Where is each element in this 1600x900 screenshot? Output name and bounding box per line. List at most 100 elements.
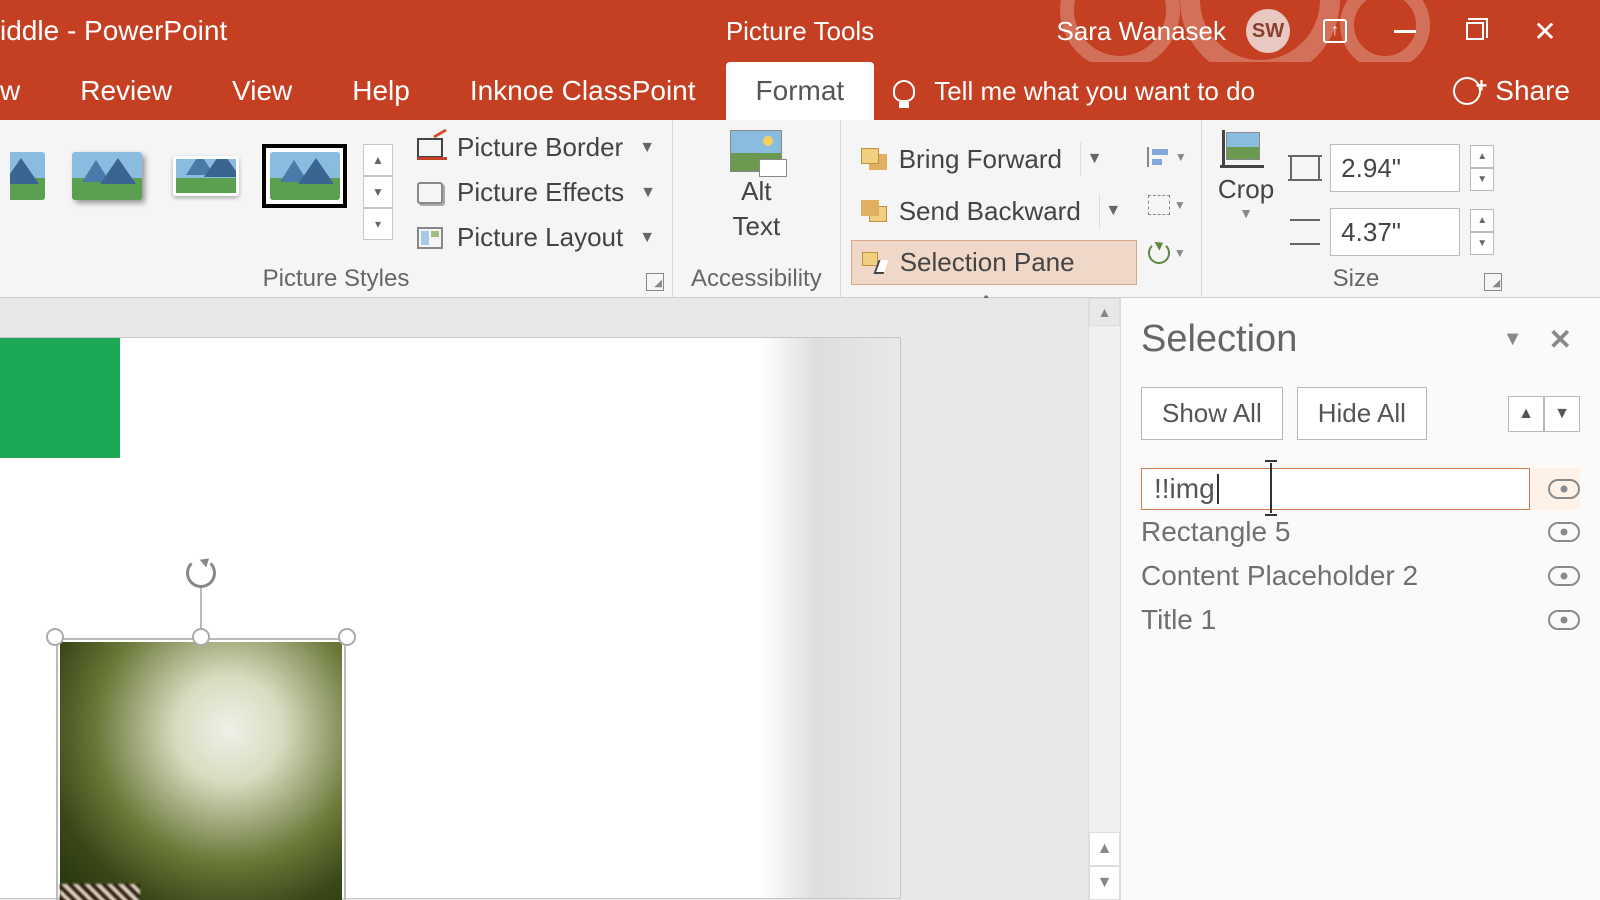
gallery-more-icon[interactable]: ▾ [363,208,393,240]
show-all-button[interactable]: Show All [1141,387,1283,440]
rename-input[interactable]: !!img [1141,468,1530,510]
chevron-down-icon[interactable]: ▼ [1099,194,1127,228]
chevron-down-icon: ▼ [1174,246,1186,260]
width-spinner[interactable]: ▲▼ [1470,209,1494,255]
ibeam-cursor-icon [1270,463,1272,513]
tab-partial[interactable]: w [0,62,50,120]
gallery-up-icon[interactable]: ▲ [363,144,393,176]
selection-pane-title: Selection [1141,318,1297,361]
chevron-down-icon[interactable]: ▼ [1080,142,1108,176]
selection-pane-button[interactable]: Selection Pane [851,240,1137,285]
share-button[interactable]: Share [1423,62,1600,120]
width-field-row: ▲▼ [1290,208,1494,256]
bring-forward-icon [861,148,887,170]
send-backward-button[interactable]: Send Backward ▼ [851,188,1137,234]
align-button[interactable]: ▼ [1143,136,1191,178]
tell-me-search[interactable]: Tell me what you want to do [934,62,1423,120]
width-icon [1290,219,1320,245]
send-backward-reorder-button[interactable]: ▼ [1544,396,1580,432]
selection-item[interactable]: Title 1 [1141,598,1580,642]
rotation-handle[interactable] [186,558,216,588]
group-size: Crop ▼ ▲▼ ▲▼ Size ◢ [1202,120,1510,297]
style-thumb-2[interactable] [64,144,149,208]
group-label-picture-styles: Picture Styles [10,259,662,297]
width-input[interactable] [1330,208,1460,256]
close-button[interactable]: ✕ [1520,11,1570,51]
dialog-launcher-size[interactable]: ◢ [1484,273,1502,291]
send-backward-icon [861,200,887,222]
height-field-row: ▲▼ [1290,144,1494,192]
tab-view[interactable]: View [202,62,322,120]
visibility-toggle[interactable] [1548,610,1580,630]
alt-text-button[interactable]: Alt Text [730,130,782,259]
pane-close-button[interactable]: ✕ [1541,323,1580,356]
selection-item-editing[interactable]: !!img [1141,468,1580,510]
visibility-toggle[interactable] [1548,522,1580,542]
spinner-down-icon[interactable]: ▼ [1470,232,1494,255]
picture-effects-icon [415,180,445,206]
scroll-track[interactable] [1089,326,1120,832]
restore-button[interactable] [1450,11,1500,51]
tab-format[interactable]: Format [726,62,875,120]
share-icon [1453,77,1481,105]
height-spinner[interactable]: ▲▼ [1470,145,1494,191]
text-caret [1217,474,1219,504]
rotate-icon [1148,242,1170,264]
spinner-up-icon[interactable]: ▲ [1470,145,1494,168]
user-name: Sara Wanasek [1056,16,1226,47]
height-input[interactable] [1330,144,1460,192]
style-thumb-4-selected[interactable] [262,144,347,208]
gallery-scroll[interactable]: ▲ ▼ ▾ [363,144,393,259]
selection-item-label: Title 1 [1141,604,1216,636]
selection-item[interactable]: Rectangle 5 [1141,510,1580,554]
tab-review[interactable]: Review [50,62,202,120]
resize-handle-tr[interactable] [338,628,356,646]
bring-forward-button[interactable]: Bring Forward ▼ [851,136,1137,182]
spinner-up-icon[interactable]: ▲ [1470,209,1494,232]
resize-handle-tl[interactable] [46,628,64,646]
selection-item[interactable]: Content Placeholder 2 [1141,554,1580,598]
chevron-down-icon: ▼ [639,229,655,247]
gallery-down-icon[interactable]: ▼ [363,176,393,208]
minimize-button[interactable] [1380,11,1430,51]
slide[interactable] [0,338,900,898]
dialog-launcher-styles[interactable]: ◢ [646,273,664,291]
slide-canvas[interactable] [0,298,1088,900]
picture-styles-gallery[interactable] [10,126,355,259]
close-icon: ✕ [1533,15,1556,48]
align-icon [1147,147,1171,167]
selected-picture[interactable] [56,638,346,900]
resize-handle-tm[interactable] [192,628,210,646]
user-avatar[interactable]: SW [1246,9,1290,53]
visibility-toggle[interactable] [1548,566,1580,586]
bring-forward-label: Bring Forward [899,144,1062,175]
visibility-toggle[interactable] [1548,479,1580,499]
crop-button[interactable]: Crop ▼ [1218,130,1274,259]
tab-classpoint[interactable]: Inknoe ClassPoint [440,62,726,120]
pane-options-button[interactable]: ▼ [1485,328,1541,351]
spinner-down-icon[interactable]: ▼ [1470,168,1494,191]
rotate-button[interactable]: ▼ [1143,232,1191,274]
vertical-scrollbar[interactable]: ▲ ▲ ▼ [1088,298,1120,900]
bring-forward-reorder-button[interactable]: ▲ [1508,396,1544,432]
context-tab-title: Picture Tools [726,16,874,47]
picture-layout-icon [415,225,445,251]
minimize-icon [1394,30,1416,33]
picture-layout-button[interactable]: Picture Layout▼ [409,218,662,257]
rectangle-shape[interactable] [0,338,120,458]
group-objects-button[interactable]: ▼ [1143,184,1191,226]
next-slide-button[interactable]: ▼ [1089,866,1120,900]
tab-help[interactable]: Help [322,62,440,120]
group-accessibility: Alt Text Accessibility [673,120,841,297]
group-arrange: Bring Forward ▼ Send Backward ▼ Selectio… [841,120,1202,297]
prev-slide-button[interactable]: ▲ [1089,832,1120,866]
rotate-icon [186,558,216,588]
ribbon-display-options-button[interactable]: ↑ [1310,11,1360,51]
picture-border-button[interactable]: Picture Border▼ [409,128,662,167]
hide-all-button[interactable]: Hide All [1297,387,1427,440]
chevron-down-icon: ▼ [640,184,656,202]
style-thumb-1[interactable] [10,144,50,208]
style-thumb-3[interactable] [163,144,248,208]
crop-icon [1220,130,1272,174]
picture-effects-button[interactable]: Picture Effects▼ [409,173,662,212]
